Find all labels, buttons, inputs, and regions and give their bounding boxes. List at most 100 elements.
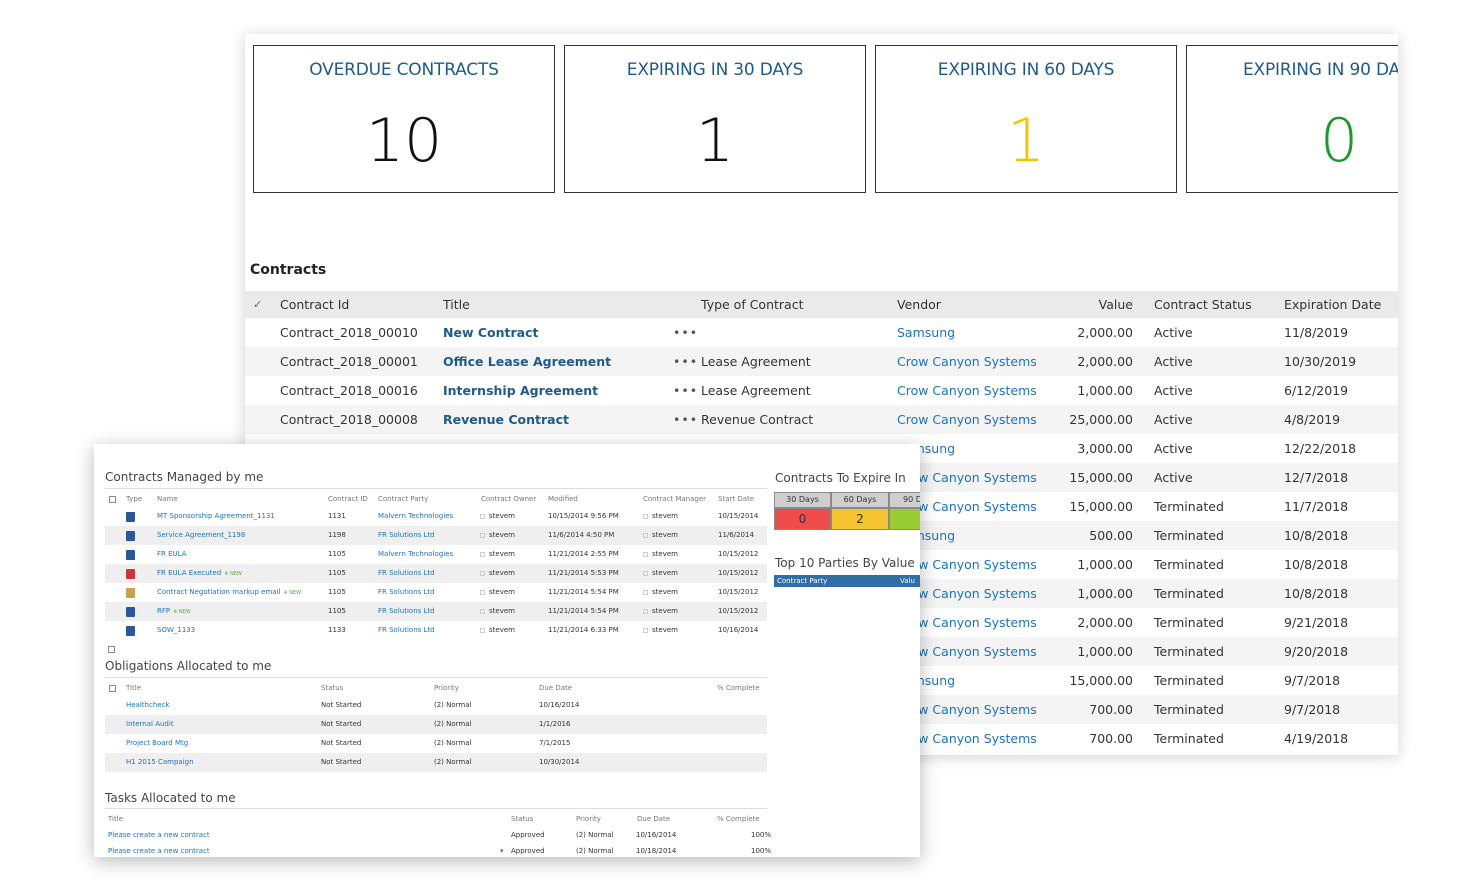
document-name-link[interactable]: MT Sponsorship Agreement_1131	[157, 507, 278, 527]
contract-value-cell: 3,000.00	[1077, 441, 1133, 456]
select-all-checkbox[interactable]	[109, 495, 116, 503]
table-row[interactable]: Contract Negotiation markup email ※ NEW 11…	[105, 583, 767, 602]
table-row[interactable]: Internal Audit Not Started (2) Normal 1/1/2…	[105, 715, 767, 734]
table-row[interactable]: Please create a new contract Approved (2) …	[105, 843, 771, 857]
table-row[interactable]: SOW_1133 1133 FR Solutions Ltd stevem 11/21/…	[105, 621, 767, 640]
column-header-contract-owner[interactable]: Contract Owner	[481, 491, 536, 507]
column-header-due-date[interactable]: Due Date	[637, 811, 670, 827]
dropdown-arrow-icon[interactable]: ▾	[500, 843, 504, 857]
vendor-link[interactable]: Crow Canyon Systems	[897, 376, 1037, 405]
vendor-link[interactable]: Samsung	[897, 318, 955, 347]
table-row[interactable]: FR EULA Executed ※ NEW 1105 FR Solutions Lt…	[105, 564, 767, 583]
start-date-cell: 10/15/2012	[718, 550, 759, 558]
column-header-status[interactable]: Status	[511, 811, 533, 827]
top10-column-party[interactable]: Contract Party	[777, 575, 827, 587]
column-header-expiration[interactable]: Expiration Date	[1284, 291, 1381, 318]
expiring-60-days-tile[interactable]: EXPIRING IN 60 DAYS 1	[875, 45, 1177, 193]
column-header-complete[interactable]: % Complete	[717, 811, 760, 827]
expiration-date-cell: 4/19/2018	[1284, 731, 1349, 746]
obligation-title-link[interactable]: Internal Audit	[126, 715, 174, 734]
contract-title-link[interactable]: Internship Agreement	[443, 376, 598, 405]
contract-party-link[interactable]: FR Solutions Ltd	[378, 564, 435, 583]
table-row[interactable]: Contract_2018_00001 Office Lease Agreemen…	[245, 347, 1398, 376]
column-header-contract-manager[interactable]: Contract Manager	[643, 491, 706, 507]
contract-party-link[interactable]: FR Solutions Ltd	[378, 621, 435, 640]
column-header-modified[interactable]: Modified	[548, 491, 578, 507]
table-row[interactable]: Healthcheck Not Started (2) Normal 10/16/20…	[105, 696, 767, 715]
expiring-30-days-tile[interactable]: EXPIRING IN 30 DAYS 1	[564, 45, 866, 193]
column-header-title[interactable]: Title	[126, 680, 141, 696]
top10-column-value[interactable]: Valu	[900, 575, 915, 587]
expire-90-days-value[interactable]	[889, 508, 920, 530]
task-title-link[interactable]: Please create a new contract	[108, 827, 210, 843]
task-title-link[interactable]: Please create a new contract	[108, 843, 210, 857]
contract-party-link[interactable]: Malvern Technologies	[378, 545, 453, 564]
select-checkbox[interactable]	[108, 646, 115, 653]
contract-owner-cell: stevem	[480, 526, 515, 545]
column-header-title[interactable]: Title	[108, 811, 123, 827]
table-row[interactable]: Contract_2018_00016 Internship Agreement •…	[245, 376, 1398, 405]
column-header-contract-id[interactable]: Contract ID	[328, 491, 368, 507]
document-name-link[interactable]: Service Agreement_1198	[157, 526, 248, 546]
obligation-title-link[interactable]: H1 2015 Campaign	[126, 753, 194, 772]
table-row[interactable]: RFP ※ NEW 1105 FR Solutions Ltd stevem 11/21/…	[105, 602, 767, 621]
column-header-priority[interactable]: Priority	[434, 680, 459, 696]
expiration-date-cell: 10/8/2018	[1284, 557, 1349, 572]
table-row[interactable]: Service Agreement_1198 1198 FR Solutions L…	[105, 526, 767, 545]
contract-party-link[interactable]: Malvern Technologies	[378, 507, 453, 526]
expire-60-days-header: 60 Days	[831, 492, 889, 508]
table-row[interactable]: MT Sponsorship Agreement_1131 1131 Malvern…	[105, 507, 767, 526]
column-header-complete[interactable]: % Complete	[717, 680, 760, 696]
vendor-link[interactable]: Crow Canyon Systems	[897, 347, 1037, 376]
document-name-link[interactable]: SOW_1133	[157, 621, 198, 641]
column-header-type[interactable]: Type of Contract	[701, 291, 803, 318]
contract-owner-cell: stevem	[480, 507, 515, 526]
obligation-title-link[interactable]: Project Board Mtg	[126, 734, 188, 753]
column-header-priority[interactable]: Priority	[576, 811, 601, 827]
document-name-link[interactable]: FR EULA Executed ※ NEW	[157, 564, 242, 584]
column-header-vendor[interactable]: Vendor	[897, 291, 941, 318]
contract-value-cell: 1,000.00	[1077, 383, 1133, 398]
column-header-contract-party[interactable]: Contract Party	[378, 491, 428, 507]
more-actions-button[interactable]: •••	[673, 405, 698, 434]
contract-party-link[interactable]: FR Solutions Ltd	[378, 526, 435, 545]
document-name-link[interactable]: FR EULA	[157, 545, 190, 565]
more-actions-button[interactable]: •••	[673, 318, 698, 347]
expiring-90-days-tile[interactable]: EXPIRING IN 90 DAYS 0	[1186, 45, 1398, 193]
contract-party-link[interactable]: FR Solutions Ltd	[378, 602, 435, 621]
priority-cell: (2) Normal	[434, 739, 472, 747]
column-header-value[interactable]: Value	[1035, 291, 1133, 318]
more-actions-button[interactable]: •••	[673, 376, 698, 405]
expire-60-days-value[interactable]: 2	[831, 508, 889, 530]
contract-title-link[interactable]: Office Lease Agreement	[443, 347, 611, 376]
column-header-title[interactable]: Title	[443, 291, 470, 318]
column-header-status[interactable]: Contract Status	[1154, 291, 1252, 318]
table-row[interactable]: Project Board Mtg Not Started (2) Normal 7/…	[105, 734, 767, 753]
overdue-contracts-tile[interactable]: OVERDUE CONTRACTS 10	[253, 45, 555, 193]
contract-title-link[interactable]: New Contract	[443, 318, 538, 347]
table-row[interactable]: Contract_2018_00010 New Contract ••• Samsun…	[245, 318, 1398, 347]
table-row[interactable]: H1 2015 Campaign Not Started (2) Normal 10/…	[105, 753, 767, 772]
expire-30-days-value[interactable]: 0	[774, 508, 831, 530]
vendor-link[interactable]: Crow Canyon Systems	[897, 405, 1037, 434]
select-all-checkbox[interactable]	[109, 684, 116, 692]
column-header-due-date[interactable]: Due Date	[539, 680, 572, 696]
table-row[interactable]: FR EULA 1105 Malvern Technologies stevem 11/…	[105, 545, 767, 564]
column-header-start-date[interactable]: Start Date	[718, 491, 754, 507]
table-row[interactable]: Please create a new contract Approved (2) …	[105, 827, 771, 843]
document-name-link[interactable]: RFP ※ NEW	[157, 602, 191, 622]
more-actions-button[interactable]: •••	[673, 347, 698, 376]
word-doc-icon	[126, 550, 135, 560]
column-header-contract-id[interactable]: Contract Id	[280, 291, 349, 318]
document-name-link[interactable]: Contract Negotiation markup email ※ NEW	[157, 583, 301, 603]
tasks-grid-header: Title Status Priority Due Date % Complet…	[105, 811, 767, 827]
table-row[interactable]: Contract_2018_00008 Revenue Contract ••• Re…	[245, 405, 1398, 434]
column-header-name[interactable]: Name	[157, 491, 178, 507]
select-all-checkmark-icon[interactable]: ✓	[253, 291, 262, 318]
column-header-status[interactable]: Status	[321, 680, 343, 696]
column-header-type[interactable]: Type	[126, 491, 142, 507]
contract-title-link[interactable]: Revenue Contract	[443, 405, 569, 434]
obligation-title-link[interactable]: Healthcheck	[126, 696, 169, 715]
contract-owner-cell: stevem	[480, 545, 515, 564]
contract-party-link[interactable]: FR Solutions Ltd	[378, 583, 435, 602]
